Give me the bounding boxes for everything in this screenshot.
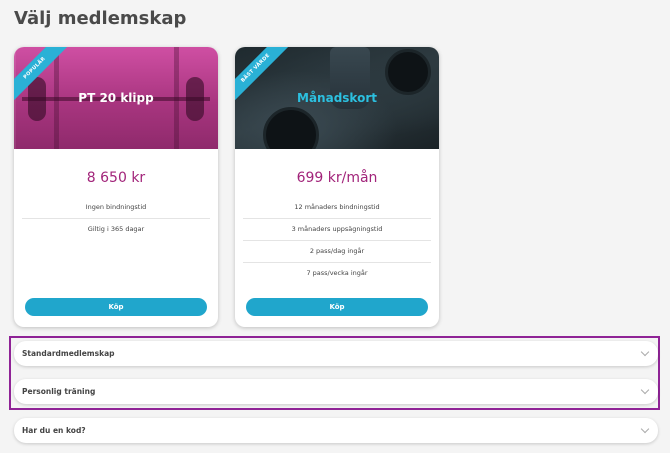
feature-list: 12 månaders bindningstid 3 månaders upps…	[243, 197, 431, 284]
chevron-down-icon	[640, 385, 650, 395]
accordion-standardmedlemskap[interactable]: Standardmedlemskap	[14, 341, 658, 366]
feature-item: 12 månaders bindningstid	[243, 197, 431, 219]
feature-list: Ingen bindningstid Giltig i 365 dagar	[22, 197, 210, 240]
chevron-down-icon	[640, 424, 650, 434]
feature-item: 3 månaders uppsägningstid	[243, 219, 431, 241]
card-image: POPULÄR PT 20 klipp	[14, 47, 218, 149]
card-price: 8 650 kr	[86, 170, 146, 186]
card-title: PT 20 klipp	[78, 91, 154, 105]
card-image: BÄST VÄRDE Månadskort	[235, 47, 439, 149]
accordion-label: Personlig träning	[22, 387, 96, 396]
feature-item: 7 pass/vecka ingår	[306, 269, 368, 277]
buy-button[interactable]: Köp	[25, 298, 207, 316]
accordion-personlig-traning[interactable]: Personlig träning	[14, 379, 658, 404]
card-price: 699 kr/mån	[296, 170, 378, 186]
card-title: Månadskort	[297, 91, 377, 105]
membership-card-pt-20-klipp: POPULÄR PT 20 klipp 8 650 kr Ingen bindn…	[14, 47, 218, 327]
accordion-har-du-en-kod[interactable]: Har du en kod?	[14, 418, 658, 443]
weight-plate	[263, 107, 319, 149]
feature-item: 2 pass/dag ingår	[243, 241, 431, 263]
weight-plate	[385, 49, 431, 95]
page-title: Välj medlemskap	[14, 8, 187, 29]
accordion-label: Standardmedlemskap	[22, 349, 115, 358]
chevron-down-icon	[640, 347, 650, 357]
membership-card-manadskort: BÄST VÄRDE Månadskort 699 kr/mån 12 måna…	[235, 47, 439, 327]
feature-item: Ingen bindningstid	[22, 197, 210, 219]
feature-item: Giltig i 365 dagar	[87, 225, 145, 233]
accordion-label: Har du en kod?	[22, 426, 86, 435]
buy-button[interactable]: Köp	[246, 298, 428, 316]
